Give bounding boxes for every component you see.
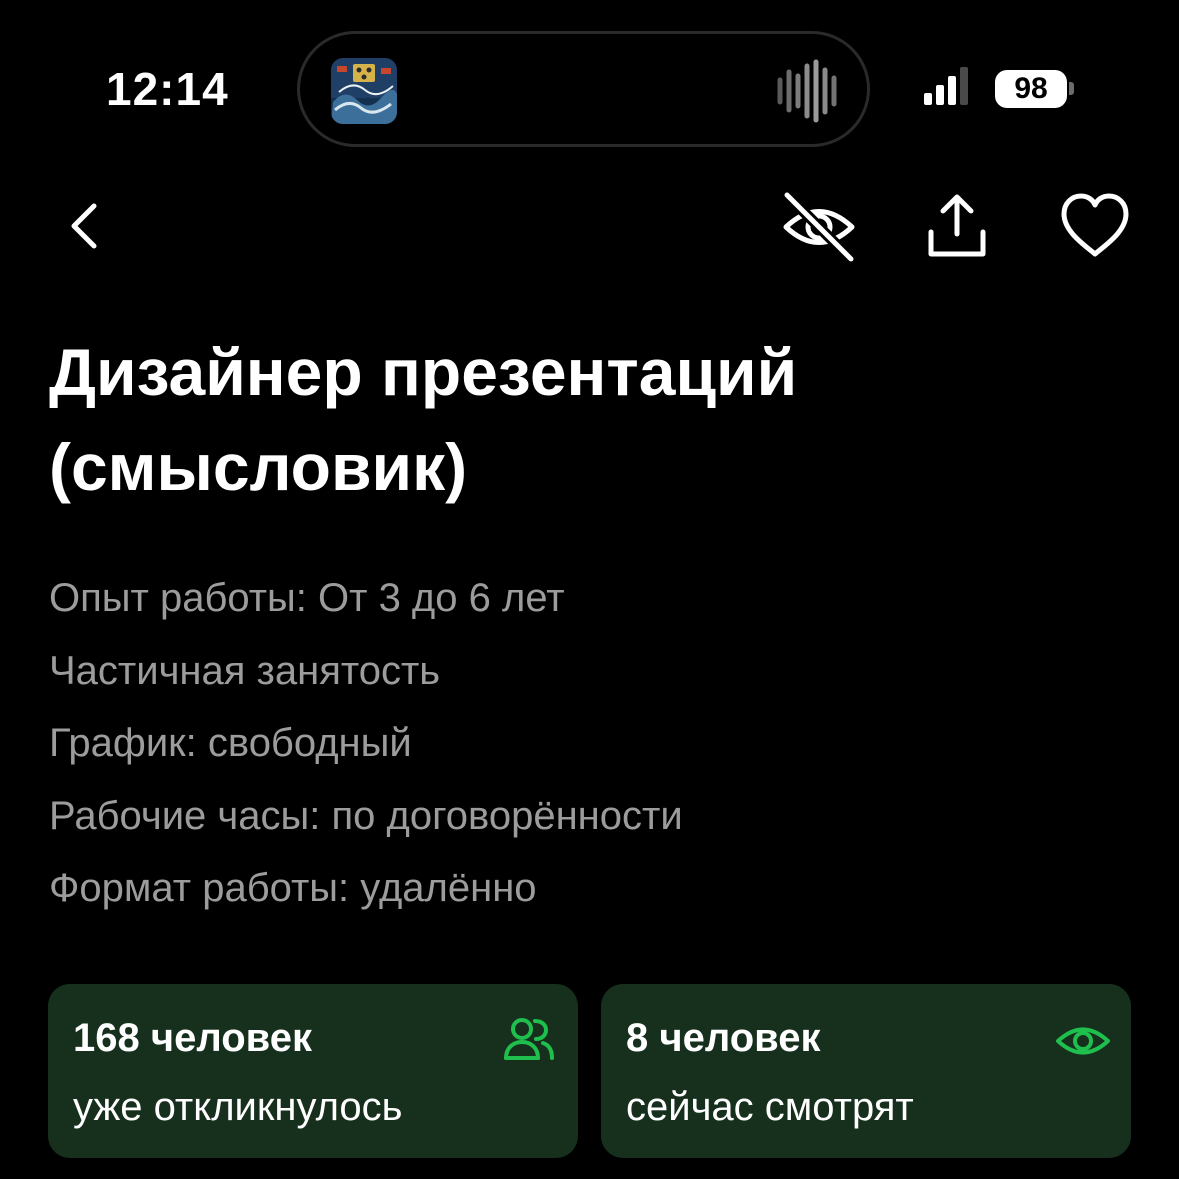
- favorite-button[interactable]: [1056, 188, 1134, 266]
- audio-waveform-icon: [776, 58, 842, 124]
- heart-icon: [1061, 193, 1129, 257]
- eye-icon: [1054, 1012, 1112, 1070]
- vacancy-details: Опыт работы: От 3 до 6 лет Частичная зан…: [49, 562, 683, 925]
- people-icon: [500, 1012, 558, 1070]
- share-button[interactable]: [918, 188, 996, 266]
- detail-experience: Опыт работы: От 3 до 6 лет: [49, 576, 565, 620]
- back-button[interactable]: [58, 196, 118, 256]
- hide-vacancy-button[interactable]: [780, 188, 858, 266]
- dynamic-island[interactable]: [297, 31, 870, 147]
- viewers-card: 8 человек сейчас смотрят: [601, 984, 1131, 1158]
- eye-slash-icon: [781, 189, 857, 265]
- detail-employment: Частичная занятость: [49, 648, 441, 693]
- applicants-card: 168 человек уже откликнулось: [48, 984, 578, 1158]
- viewers-caption: сейчас смотрят: [626, 1085, 914, 1129]
- applicants-count: 168 человек: [73, 1016, 312, 1060]
- status-bar: 12:14 98: [0, 0, 1179, 170]
- status-time: 12:14: [106, 63, 229, 115]
- viewers-count: 8 человек: [626, 1016, 821, 1060]
- detail-schedule: График: свободный: [49, 721, 412, 765]
- album-artwork[interactable]: [331, 58, 397, 124]
- detail-working-hours: Рабочие часы: по договорённости: [49, 793, 683, 838]
- applicants-caption: уже откликнулось: [73, 1085, 403, 1129]
- share-icon: [928, 194, 986, 257]
- cellular-signal-icon: [924, 67, 968, 105]
- chevron-left-icon: [71, 203, 97, 249]
- vacancy-title: Дизайнер презентаций (смысловик): [49, 335, 798, 504]
- battery-indicator: 98: [995, 70, 1067, 108]
- battery-tip: [1069, 82, 1074, 95]
- detail-work-format: Формат работы: удалённо: [49, 866, 537, 910]
